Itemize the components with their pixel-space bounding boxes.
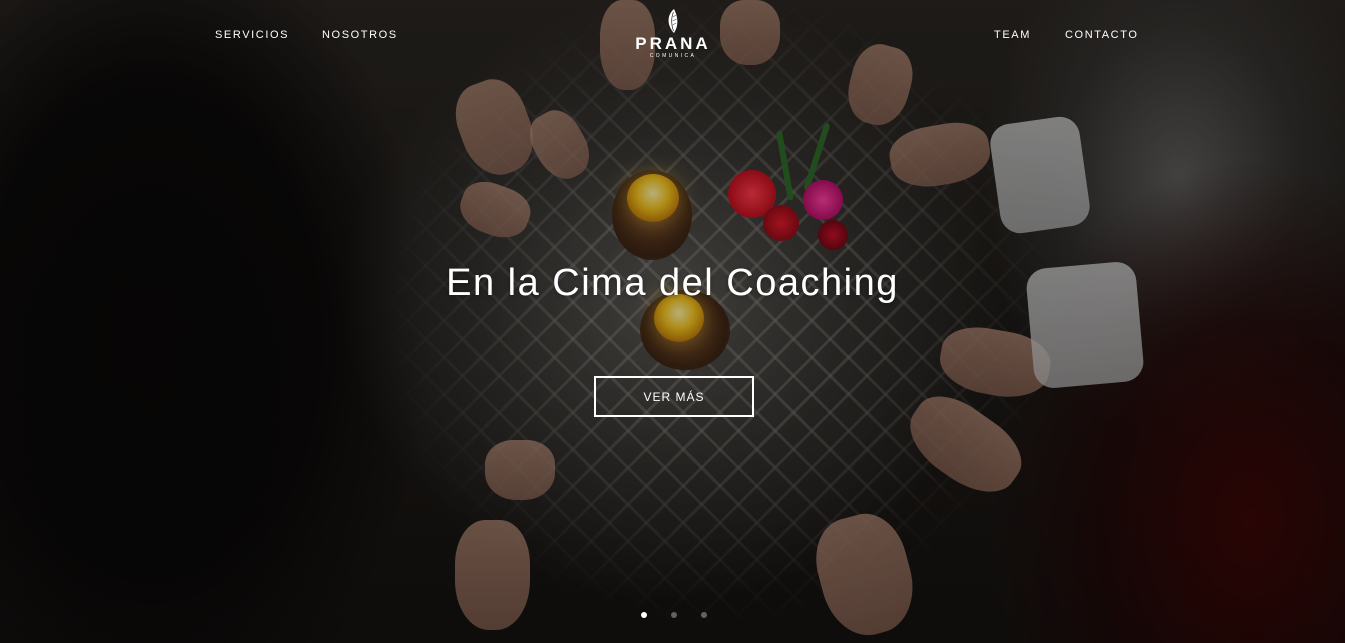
background-overlay xyxy=(0,0,1345,643)
nav-link-nosotros[interactable]: NOSOTROS xyxy=(322,29,398,41)
logo-tagline: COMUNICA xyxy=(649,53,697,59)
slider-dot-3[interactable] xyxy=(701,612,707,618)
nav-link-team[interactable]: TEAM xyxy=(994,29,1031,41)
slider-pagination xyxy=(640,612,708,620)
ver-mas-button[interactable]: VER MÁS xyxy=(594,376,754,417)
brand-logo[interactable]: PRANA COMUNICA xyxy=(628,8,718,70)
main-navigation: SERVICIOS NOSOTROS PRANA COMUNICA TEAM C… xyxy=(0,0,1345,70)
feather-icon xyxy=(668,9,678,33)
hero-headline: En la Cima del Coaching xyxy=(446,262,899,304)
nav-link-contacto[interactable]: CONTACTO xyxy=(1065,29,1139,41)
nav-link-servicios[interactable]: SERVICIOS xyxy=(215,29,289,41)
slider-dot-2[interactable] xyxy=(671,612,677,618)
logo-wordmark: PRANA xyxy=(635,34,711,53)
hero-slider: SERVICIOS NOSOTROS PRANA COMUNICA TEAM C… xyxy=(0,0,1345,643)
slider-dot-1[interactable] xyxy=(641,612,647,618)
